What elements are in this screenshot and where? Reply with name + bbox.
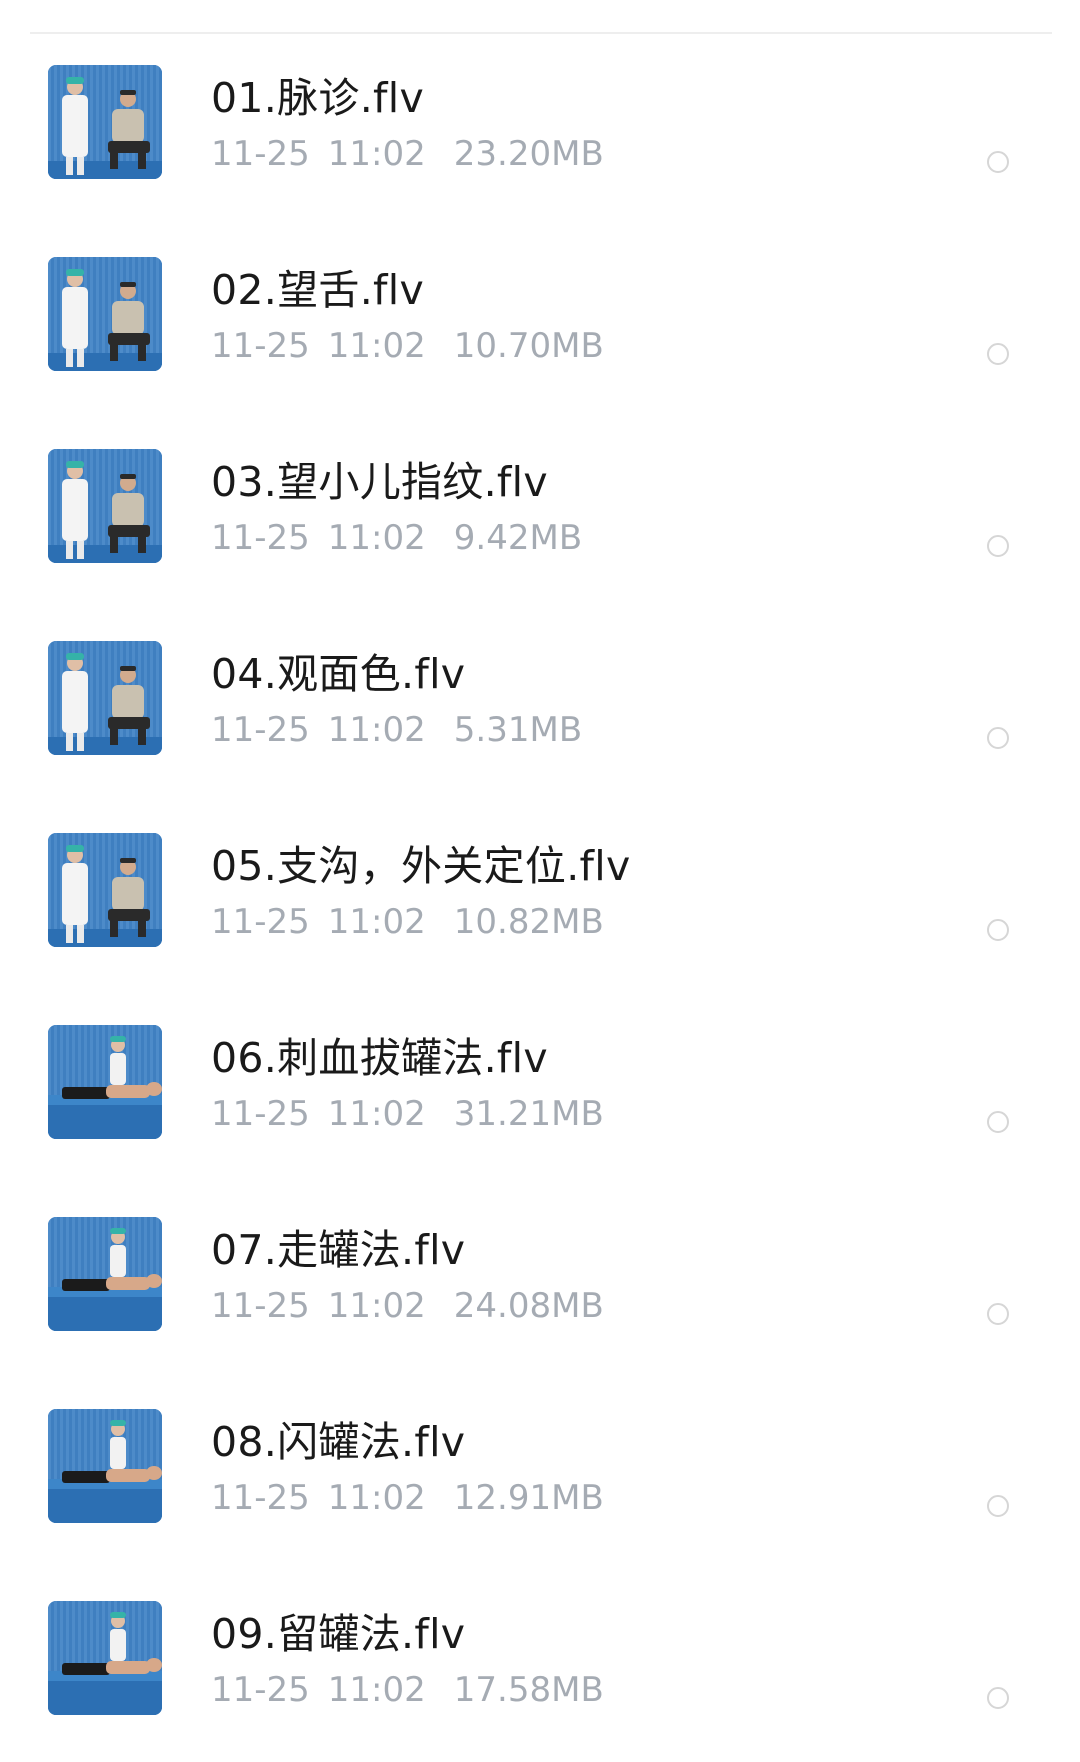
file-time: 11:02: [327, 518, 426, 558]
file-name: 03.望小儿指纹.flv: [211, 458, 548, 506]
file-date: 11-25: [211, 518, 310, 558]
file-meta: 11-25 11:02 23.20MB: [211, 134, 604, 174]
select-radio[interactable]: [987, 535, 1009, 557]
file-meta: 11-25 11:02 12.91MB: [211, 1478, 604, 1518]
file-time: 11:02: [327, 1670, 426, 1710]
file-meta: 11-25 11:02 10.70MB: [211, 326, 604, 366]
file-time: 11:02: [327, 710, 426, 750]
video-thumbnail-icon: [48, 65, 162, 179]
file-time: 11:02: [327, 326, 426, 366]
file-date: 11-25: [211, 1094, 310, 1134]
file-time: 11:02: [327, 1094, 426, 1134]
file-meta: 11-25 11:02 24.08MB: [211, 1286, 604, 1326]
video-thumbnail-icon: [48, 1601, 162, 1715]
file-size: 31.21MB: [453, 1094, 604, 1134]
select-radio[interactable]: [987, 1303, 1009, 1325]
file-date: 11-25: [211, 1670, 310, 1710]
file-meta: 11-25 11:02 9.42MB: [211, 518, 582, 558]
file-time: 11:02: [327, 1286, 426, 1326]
file-name: 05.支沟，外关定位.flv: [211, 842, 631, 890]
select-radio[interactable]: [987, 1495, 1009, 1517]
file-size: 12.91MB: [453, 1478, 604, 1518]
select-radio[interactable]: [987, 151, 1009, 173]
file-time: 11:02: [327, 902, 426, 942]
video-thumbnail-icon: [48, 1025, 162, 1139]
file-name: 08.闪罐法.flv: [211, 1418, 466, 1466]
file-row[interactable]: 09.留罐法.flv 11-25 11:02 17.58MB: [0, 1570, 1080, 1762]
video-thumbnail-icon: [48, 641, 162, 755]
file-row[interactable]: 04.观面色.flv 11-25 11:02 5.31MB: [0, 610, 1080, 802]
file-name: 09.留罐法.flv: [211, 1610, 466, 1658]
file-size: 10.70MB: [453, 326, 604, 366]
file-name: 02.望舌.flv: [211, 266, 425, 314]
file-date: 11-25: [211, 1478, 310, 1518]
video-thumbnail-icon: [48, 257, 162, 371]
select-radio[interactable]: [987, 1687, 1009, 1709]
file-name: 07.走罐法.flv: [211, 1226, 466, 1274]
file-time: 11:02: [327, 134, 426, 174]
file-meta: 11-25 11:02 31.21MB: [211, 1094, 604, 1134]
file-meta: 11-25 11:02 17.58MB: [211, 1670, 604, 1710]
file-size: 24.08MB: [453, 1286, 604, 1326]
file-meta: 11-25 11:02 10.82MB: [211, 902, 604, 942]
file-row[interactable]: 08.闪罐法.flv 11-25 11:02 12.91MB: [0, 1378, 1080, 1570]
file-row[interactable]: 02.望舌.flv 11-25 11:02 10.70MB: [0, 226, 1080, 418]
file-row[interactable]: 07.走罐法.flv 11-25 11:02 24.08MB: [0, 1186, 1080, 1378]
file-row[interactable]: 05.支沟，外关定位.flv 11-25 11:02 10.82MB: [0, 802, 1080, 994]
select-radio[interactable]: [987, 919, 1009, 941]
select-radio[interactable]: [987, 1111, 1009, 1133]
select-radio[interactable]: [987, 727, 1009, 749]
file-size: 5.31MB: [453, 710, 583, 750]
file-row[interactable]: 06.刺血拔罐法.flv 11-25 11:02 31.21MB: [0, 994, 1080, 1186]
file-size: 23.20MB: [453, 134, 604, 174]
file-date: 11-25: [211, 710, 310, 750]
video-thumbnail-icon: [48, 1409, 162, 1523]
file-name: 04.观面色.flv: [211, 650, 466, 698]
file-date: 11-25: [211, 326, 310, 366]
file-name: 06.刺血拔罐法.flv: [211, 1034, 548, 1082]
file-row[interactable]: 03.望小儿指纹.flv 11-25 11:02 9.42MB: [0, 418, 1080, 610]
select-radio[interactable]: [987, 343, 1009, 365]
video-thumbnail-icon: [48, 833, 162, 947]
file-time: 11:02: [327, 1478, 426, 1518]
video-thumbnail-icon: [48, 1217, 162, 1331]
file-name: 01.脉诊.flv: [211, 74, 425, 122]
video-thumbnail-icon: [48, 449, 162, 563]
file-row[interactable]: 01.脉诊.flv 11-25 11:02 23.20MB: [0, 34, 1080, 226]
file-date: 11-25: [211, 1286, 310, 1326]
file-size: 9.42MB: [453, 518, 583, 558]
file-meta: 11-25 11:02 5.31MB: [211, 710, 582, 750]
file-date: 11-25: [211, 134, 310, 174]
file-date: 11-25: [211, 902, 310, 942]
file-size: 10.82MB: [453, 902, 604, 942]
file-size: 17.58MB: [453, 1670, 604, 1710]
